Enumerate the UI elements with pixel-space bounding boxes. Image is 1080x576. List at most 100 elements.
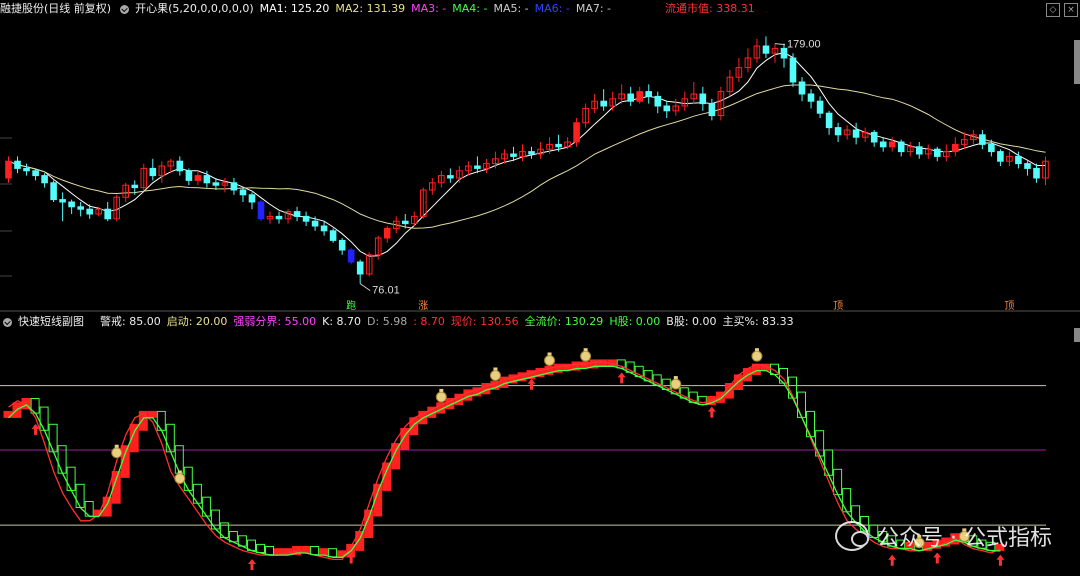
buy-arrow-icon [888, 554, 897, 566]
settings-icon[interactable] [120, 4, 130, 14]
candle-body [32, 170, 39, 177]
indicator-block [156, 410, 166, 431]
ma3-value: MA3: - [411, 2, 447, 15]
candles [5, 36, 1049, 284]
money-bag-top [754, 348, 759, 352]
restore-icon[interactable]: ◇ [1046, 3, 1060, 17]
price-extreme-label: 76.01 [372, 285, 400, 297]
candle-body [311, 220, 319, 227]
money-bag-icon [174, 472, 186, 484]
indicator-block [797, 391, 806, 418]
indicator-block [201, 496, 211, 517]
ma1-value: MA1: 125.20 [259, 2, 330, 15]
indicator-name[interactable]: 开心果(5,20,0,0,0,0,0) [135, 0, 254, 18]
candle-body [798, 81, 806, 95]
price-label-leader [774, 43, 786, 46]
candle-body [934, 148, 941, 157]
indicator-block [210, 509, 220, 530]
money-bag-icon [111, 447, 123, 459]
candle-body [59, 199, 66, 203]
indicator-reference-lines [0, 385, 1046, 526]
candle-body [807, 93, 815, 102]
money-bag-top [547, 352, 552, 356]
money-bag-top [177, 470, 182, 474]
indicator-block [833, 468, 843, 496]
candle-body [185, 170, 193, 181]
candle-body [627, 93, 635, 102]
ma-long-line [8, 84, 1046, 229]
candle-body [14, 160, 21, 169]
candle-body [645, 91, 653, 97]
indicator-header: 快速短线副图 警戒: 85.00 启动: 20.00 强弱分界: 55.00 K… [0, 313, 800, 331]
indicator-block [256, 543, 265, 554]
candle-body [383, 227, 391, 239]
indicator-title[interactable]: 快速短线副图 [18, 313, 84, 331]
candle-body [916, 146, 923, 155]
candle-body [320, 225, 328, 232]
candle-body [176, 160, 184, 172]
candle-body [212, 182, 220, 186]
indicator-block [580, 361, 590, 369]
price-header: 融捷股份(日线 前复权) 开心果(5,20,0,0,0,0,0) MA1: 12… [0, 0, 761, 18]
money-bag-icon [544, 354, 556, 366]
candle-body [257, 201, 265, 220]
ma5-value: MA5: - [493, 2, 529, 15]
buy-arrow-icon [933, 552, 942, 564]
indicator-block [183, 466, 193, 491]
candle-body [131, 184, 139, 189]
indicator-block [824, 449, 834, 476]
candle-body [86, 208, 94, 215]
indicator-block [265, 546, 274, 556]
candle-body [77, 206, 85, 210]
money-bag-top [114, 444, 119, 448]
indicator-block [147, 410, 157, 418]
price-scrollbar[interactable] [1074, 40, 1080, 84]
close-icon[interactable]: × [1064, 3, 1078, 17]
candle-body [1015, 155, 1022, 165]
buy-arrow-icon [996, 554, 1005, 566]
indicator-block [319, 548, 329, 556]
price-label-leader [359, 283, 371, 292]
candle-body [203, 175, 211, 184]
candle-body [1033, 167, 1040, 179]
settings-icon[interactable] [3, 317, 12, 327]
money-bag-icon [751, 350, 763, 362]
candle-body [510, 153, 517, 157]
candle-body [636, 91, 644, 102]
signal-tag-label: 顶 [1004, 300, 1014, 312]
start-value: 启动: 20.00 [166, 315, 228, 328]
candle-body [474, 165, 481, 169]
candle-body [302, 215, 310, 222]
indicator-block [328, 548, 338, 558]
ma-short-line [8, 52, 1046, 257]
candle-body [447, 175, 454, 179]
watermark-text: 公众号 · 公式指标 [877, 526, 1052, 551]
ma-lines [8, 52, 1046, 257]
candle-body [762, 45, 770, 54]
candle-body [1024, 163, 1031, 169]
candle-body [789, 57, 797, 83]
candle-body [825, 112, 833, 129]
candle-body [997, 151, 1004, 162]
chart-canvas: 179.00 76.01 跑 涨 顶 顶 [0, 36, 1080, 570]
boundary-value: 强弱分界: 55.00 [233, 315, 317, 328]
indicator-scrollbar[interactable] [1074, 328, 1080, 342]
buy-arrow-icon [707, 406, 716, 418]
candle-body [356, 261, 364, 275]
candle-body [248, 194, 256, 203]
j-value: : 8.70 [413, 315, 445, 328]
candle-body [239, 189, 247, 196]
price-grid [0, 137, 12, 277]
indicator-block [274, 548, 283, 556]
candle-body [834, 127, 842, 136]
wechat-icon [835, 521, 870, 551]
ma2-value: MA2: 131.39 [335, 2, 406, 15]
ma6-value: MA6: - [534, 2, 570, 15]
money-bag-icon [489, 369, 501, 381]
indicator-block [842, 488, 852, 513]
candle-body [5, 160, 12, 179]
h-value: H股: 0.00 [609, 315, 661, 328]
b-value: B股: 0.00 [666, 315, 717, 328]
stock-name[interactable]: 融捷股份(日线 前复权) [0, 0, 111, 18]
candle-body [600, 100, 608, 107]
